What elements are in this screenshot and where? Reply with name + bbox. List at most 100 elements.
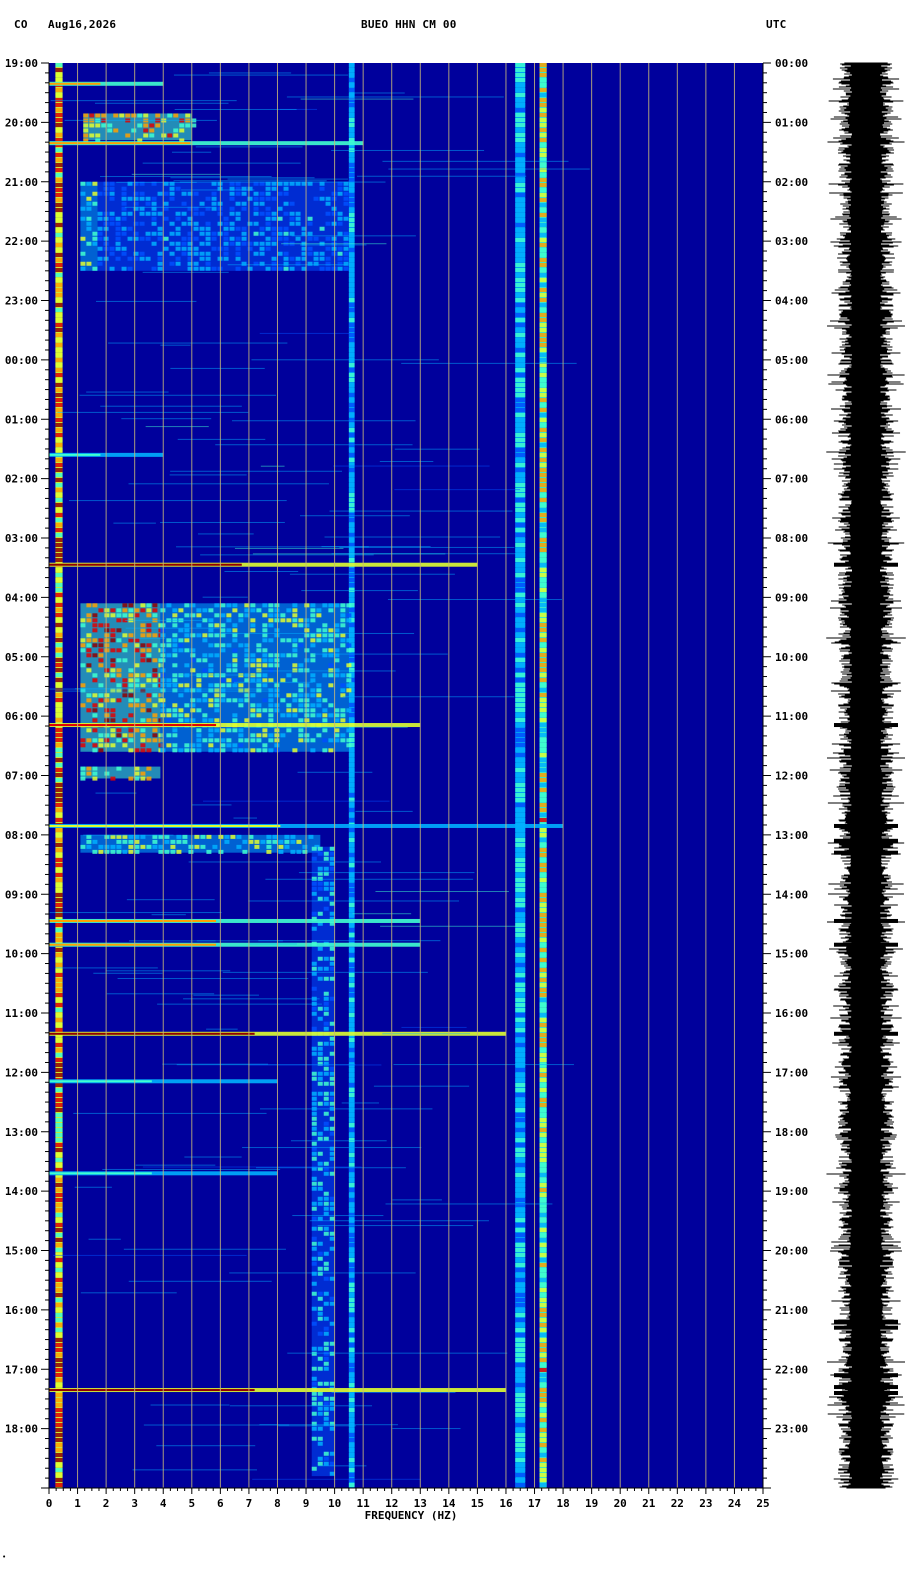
band-cell [515, 433, 526, 437]
patch-cell [346, 638, 352, 643]
patch-cell [229, 211, 235, 216]
band-cell [539, 553, 547, 557]
patch-cell [185, 123, 191, 128]
noise-streak [94, 102, 229, 104]
band-cell [539, 303, 547, 307]
band-cell [348, 1153, 355, 1157]
patch-cell [140, 844, 146, 849]
patch-cell [146, 748, 152, 753]
patch-cell [329, 1321, 335, 1326]
event-core-4 [49, 724, 217, 727]
patch-cell [247, 246, 253, 251]
band-cell [539, 323, 547, 327]
band-cell [55, 658, 63, 662]
patch-cell [143, 133, 149, 138]
band-cell [515, 353, 526, 357]
band-cell [539, 573, 547, 577]
x-tick-label-24: 24 [728, 1497, 742, 1510]
band-cell [539, 763, 547, 767]
patch-cell [329, 1091, 335, 1096]
patch-cell [149, 133, 155, 138]
patch-cell [220, 698, 226, 703]
patch-cell [128, 673, 134, 678]
noise-streak [123, 1248, 286, 1250]
patch-cell [250, 703, 256, 708]
band-cell [515, 1033, 526, 1037]
patch-cell [110, 733, 116, 738]
noise-streak [202, 800, 390, 802]
patch-cell [346, 743, 352, 748]
band-cell [348, 963, 355, 967]
patch-cell [214, 748, 220, 753]
patch-cell [235, 246, 241, 251]
band-cell [348, 868, 355, 872]
patch-cell [97, 261, 103, 266]
patch-cell [163, 236, 169, 241]
patch-cell [169, 261, 175, 266]
patch-cell [317, 1461, 323, 1466]
patch-cell [346, 728, 352, 733]
band-cell [515, 1043, 526, 1047]
patch-cell [316, 693, 322, 698]
patch-cell [329, 1081, 335, 1086]
patch-cell [121, 191, 127, 196]
patch-cell [289, 211, 295, 216]
noise-streak [133, 682, 183, 684]
band-cell [348, 203, 355, 207]
band-cell [515, 548, 526, 552]
band-cell [348, 1258, 355, 1262]
band-cell [348, 578, 355, 582]
patch-cell [307, 251, 313, 256]
patch-cell [214, 738, 220, 743]
patch-cell [223, 246, 229, 251]
patch-cell [292, 663, 298, 668]
patch-cell [146, 628, 152, 633]
patch-cell [266, 844, 272, 849]
band-cell [515, 268, 526, 272]
band-cell [55, 233, 63, 237]
patch-cell [80, 663, 86, 668]
patch-cell [109, 196, 115, 201]
band-cell [515, 1388, 526, 1392]
band-cell [515, 668, 526, 672]
band-cell [55, 873, 63, 877]
noise-streak [83, 834, 174, 836]
band-cell [539, 1468, 547, 1472]
band-cell [539, 1423, 547, 1427]
band-cell [55, 363, 63, 367]
band-cell [515, 618, 526, 622]
band-cell [515, 848, 526, 852]
band-cell [539, 98, 547, 102]
patch-cell [329, 946, 335, 951]
waveform-spike-8 [834, 1319, 898, 1324]
right-time-label-0: 00:00 [775, 57, 808, 70]
band-cell [348, 253, 355, 257]
band-cell [539, 268, 547, 272]
patch-cell [322, 638, 328, 643]
noise-streak [79, 394, 277, 396]
patch-cell [196, 748, 202, 753]
patch-cell [317, 1266, 323, 1271]
band-cell [348, 433, 355, 437]
patch-cell [311, 1141, 317, 1146]
patch-cell [262, 653, 268, 658]
patch-cell [271, 211, 277, 216]
band-cell [55, 1123, 63, 1127]
patch-cell [110, 678, 116, 683]
patch-cell [323, 1266, 329, 1271]
patch-cell [311, 1131, 317, 1136]
patch-cell [322, 718, 328, 723]
patch-cell [343, 231, 349, 236]
patch-cell [205, 236, 211, 241]
patch-cell [193, 251, 199, 256]
band-cell [55, 793, 63, 797]
patch-cell [173, 133, 179, 138]
band-cell [348, 608, 355, 612]
band-cell [515, 1383, 526, 1387]
patch-cell [322, 728, 328, 733]
patch-cell [268, 718, 274, 723]
noise-streak [401, 362, 577, 364]
right-time-label-19: 19:00 [775, 1185, 808, 1198]
patch-cell [232, 648, 238, 653]
patch-cell [92, 231, 98, 236]
